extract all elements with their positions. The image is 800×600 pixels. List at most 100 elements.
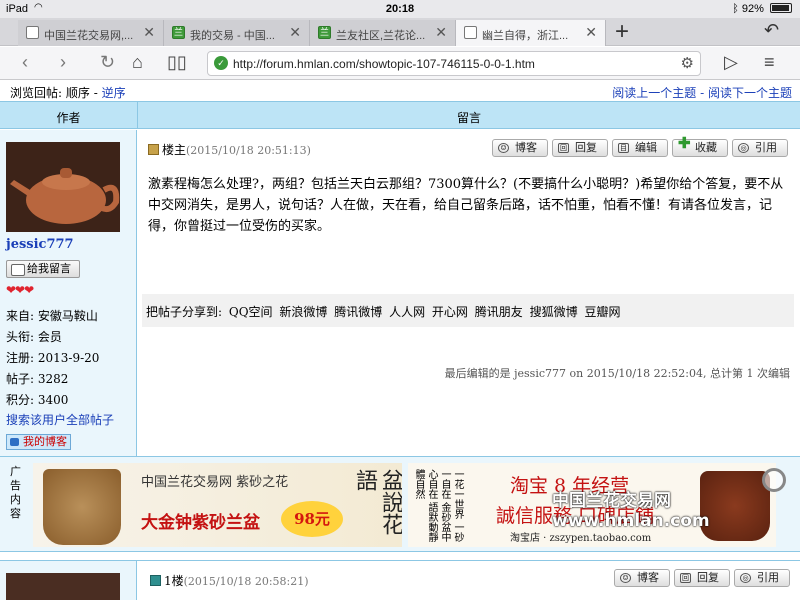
undo-arrow-icon[interactable]: ↶ xyxy=(764,20,779,41)
edit-button[interactable]: 目编辑 xyxy=(612,139,668,157)
tab-community[interactable]: 兰 兰友社区,兰花论... ✕ xyxy=(310,20,456,46)
site-watermark: 中国兰花交易网 www.hmlan.com xyxy=(552,491,710,531)
avatar[interactable] xyxy=(6,142,120,232)
post-icon xyxy=(148,144,159,155)
blog-button[interactable]: ☺ 博客 xyxy=(614,569,670,587)
new-tab-icon[interactable]: + xyxy=(615,18,629,46)
bookmarks-icon[interactable]: ▯▯ xyxy=(167,52,187,73)
secure-lock-icon: ✓ xyxy=(214,56,228,70)
bluetooth-icon: ᛒ xyxy=(732,3,742,15)
share-label: 把帖子分享到: xyxy=(146,305,223,319)
clock: 20:18 xyxy=(385,3,415,15)
rank-hearts-icon: ❤❤❤ xyxy=(6,283,34,297)
tab-current-topic[interactable]: 幽兰自得，浙江... ✕ xyxy=(456,20,606,46)
status-bar: iPad ◠ 20:18 ᛒ 92% xyxy=(0,0,800,18)
quote-button[interactable]: ◎ 引用 xyxy=(732,139,788,157)
smiley-icon: ☺ xyxy=(620,573,631,583)
blog-button[interactable]: ☺ 博客 xyxy=(492,139,548,157)
share-kaixin[interactable]: 开心网 xyxy=(432,305,468,319)
back-icon[interactable]: ‹ xyxy=(22,52,28,73)
share-sina-weibo[interactable]: 新浪微博 xyxy=(279,305,327,319)
author-info: 来自: 安徽马鞍山 头衔: 会员 注册: 2013-9-20 帖子: 3282 … xyxy=(6,306,99,411)
ad-label: 广告内容 xyxy=(10,465,21,520)
price-badge: 98元 xyxy=(281,501,343,537)
search-user-posts-link[interactable]: 搜索该用户全部帖子 xyxy=(6,411,114,428)
topic-navigation: 浏览回帖: 顺序 - 逆序 阅读上一个主题 - 阅读下一个主题 xyxy=(10,86,792,100)
order-asc-link[interactable]: 顺序 xyxy=(66,86,90,100)
page-icon xyxy=(26,26,39,39)
plus-icon: ✚ xyxy=(678,134,691,152)
reply-button[interactable]: 回回复 xyxy=(674,569,730,587)
hmlan-favicon: 兰 xyxy=(318,26,331,39)
info-row: 注册: 2013-9-20 xyxy=(6,351,100,365)
post-main: jessic777 给我留言 ❤❤❤ 来自: 安徽马鞍山 头衔: 会员 注册: … xyxy=(0,130,800,456)
my-blog-button[interactable]: 我的博客 xyxy=(6,434,71,450)
edit-note: 最后编辑的是 jessic777 on 2015/10/18 22:52:04,… xyxy=(444,367,790,380)
share-bar: 把帖子分享到: QQ空间 新浪微博 腾讯微博 人人网 开心网 腾讯朋友 搜狐微博… xyxy=(142,294,794,327)
author-panel: jessic777 给我留言 ❤❤❤ 来自: 安徽马鞍山 头衔: 会员 注册: … xyxy=(0,130,137,456)
smiley-icon: ☺ xyxy=(498,143,509,153)
quote-icon: ◎ xyxy=(738,143,749,153)
share-qzone[interactable]: QQ空间 xyxy=(229,305,273,319)
prev-topic-link[interactable]: 阅读上一个主题 xyxy=(612,86,696,100)
close-tab-icon[interactable]: ✕ xyxy=(289,24,301,41)
info-row: 帖子: 3282 xyxy=(6,372,69,386)
tab-bar: 中国兰花交易网,... ✕ 兰 我的交易 - 中国... ✕ 兰 兰友社区,兰花… xyxy=(0,18,800,46)
battery-icon xyxy=(770,3,792,13)
favorite-button[interactable]: ✚ 收藏 xyxy=(672,134,728,157)
order-desc-link[interactable]: 逆序 xyxy=(102,86,126,100)
close-tab-icon[interactable]: ✕ xyxy=(435,24,447,41)
close-tab-icon[interactable]: ✕ xyxy=(143,24,155,41)
quote-icon: ◎ xyxy=(740,573,751,583)
info-row: 来自: 安徽马鞍山 xyxy=(6,309,98,323)
battery-status: ᛒ 92% xyxy=(732,3,792,15)
share-renren[interactable]: 人人网 xyxy=(389,305,425,319)
gear-icon[interactable]: ⚙ xyxy=(681,54,694,72)
menu-icon[interactable]: ≡ xyxy=(764,52,775,73)
reload-icon[interactable]: ↻ xyxy=(100,52,115,73)
post-icon xyxy=(150,575,161,586)
next-topic-link[interactable]: 阅读下一个主题 xyxy=(708,86,792,100)
page-icon xyxy=(464,26,477,39)
post-date: (2015/10/18 20:58:21) xyxy=(183,575,309,588)
ad-banner-flowerpot[interactable]: 中国兰花交易网 紫砂之花 大金钟紫砂兰盆 98元 盆說花語 xyxy=(33,463,402,547)
floor-label: 楼主 xyxy=(162,143,187,157)
post-header: 楼主(2015/10/18 20:51:13) ☺ 博客 回回复 目编辑 ✚ 收藏 … xyxy=(148,134,800,160)
flowerpot-image xyxy=(43,469,121,545)
leave-message-button[interactable]: 给我留言 xyxy=(6,260,80,278)
table-header: 作者 留言 xyxy=(0,101,800,129)
message-column-header: 留言 xyxy=(456,111,481,125)
author-panel xyxy=(0,561,137,600)
url-text: http://forum.hmlan.com/showtopic-107-746… xyxy=(233,57,535,71)
hmlan-favicon: 兰 xyxy=(172,26,185,39)
reply-icon: 回 xyxy=(558,143,569,153)
info-row: 积分: 3400 xyxy=(6,393,69,407)
post-date: (2015/10/18 20:51:13) xyxy=(186,144,311,157)
reply-button[interactable]: 回回复 xyxy=(552,139,608,157)
reply-icon: 回 xyxy=(680,573,691,583)
close-tab-icon[interactable]: ✕ xyxy=(585,24,597,41)
post-reply-1: 1楼(2015/10/18 20:58:21) ☺ 博客 回回复 ◎ 引用 xyxy=(0,560,800,600)
browse-label: 浏览回帖: xyxy=(10,86,63,100)
author-username[interactable]: jessic777 xyxy=(6,237,74,252)
tab-my-trades[interactable]: 兰 我的交易 - 中国... ✕ xyxy=(164,20,310,46)
share-douban[interactable]: 豆瓣网 xyxy=(584,305,620,319)
share-tencent-friends[interactable]: 腾讯朋友 xyxy=(475,305,523,319)
browser-toolbar: ‹ › ↻ ⌂ ▯▯ ✓ http://forum.hmlan.com/show… xyxy=(0,47,800,80)
battery-percent: 92% xyxy=(741,3,764,15)
share-tencent-weibo[interactable]: 腾讯微博 xyxy=(334,305,382,319)
avatar[interactable] xyxy=(6,573,120,600)
play-icon[interactable]: ▷ xyxy=(724,52,738,73)
forward-icon[interactable]: › xyxy=(60,52,66,73)
share-sohu-weibo[interactable]: 搜狐微博 xyxy=(530,305,578,319)
address-bar[interactable]: ✓ http://forum.hmlan.com/showtopic-107-7… xyxy=(207,51,701,76)
author-column-header: 作者 xyxy=(56,111,81,125)
quote-button[interactable]: ◎ 引用 xyxy=(734,569,790,587)
floor-label: 1楼 xyxy=(164,574,184,588)
info-row: 头衔: 会员 xyxy=(6,330,62,344)
edit-icon: 目 xyxy=(618,143,629,153)
home-icon[interactable]: ⌂ xyxy=(132,52,143,73)
post-content: 激素程梅怎么处理?，两组？包括兰天白云那组？7300算什么？(不要搞什么小聪明？… xyxy=(148,177,784,234)
post-body: 楼主(2015/10/18 20:51:13) ☺ 博客 回回复 目编辑 ✚ 收藏 … xyxy=(138,130,800,456)
tab-hmlan-home[interactable]: 中国兰花交易网,... ✕ xyxy=(18,20,164,46)
